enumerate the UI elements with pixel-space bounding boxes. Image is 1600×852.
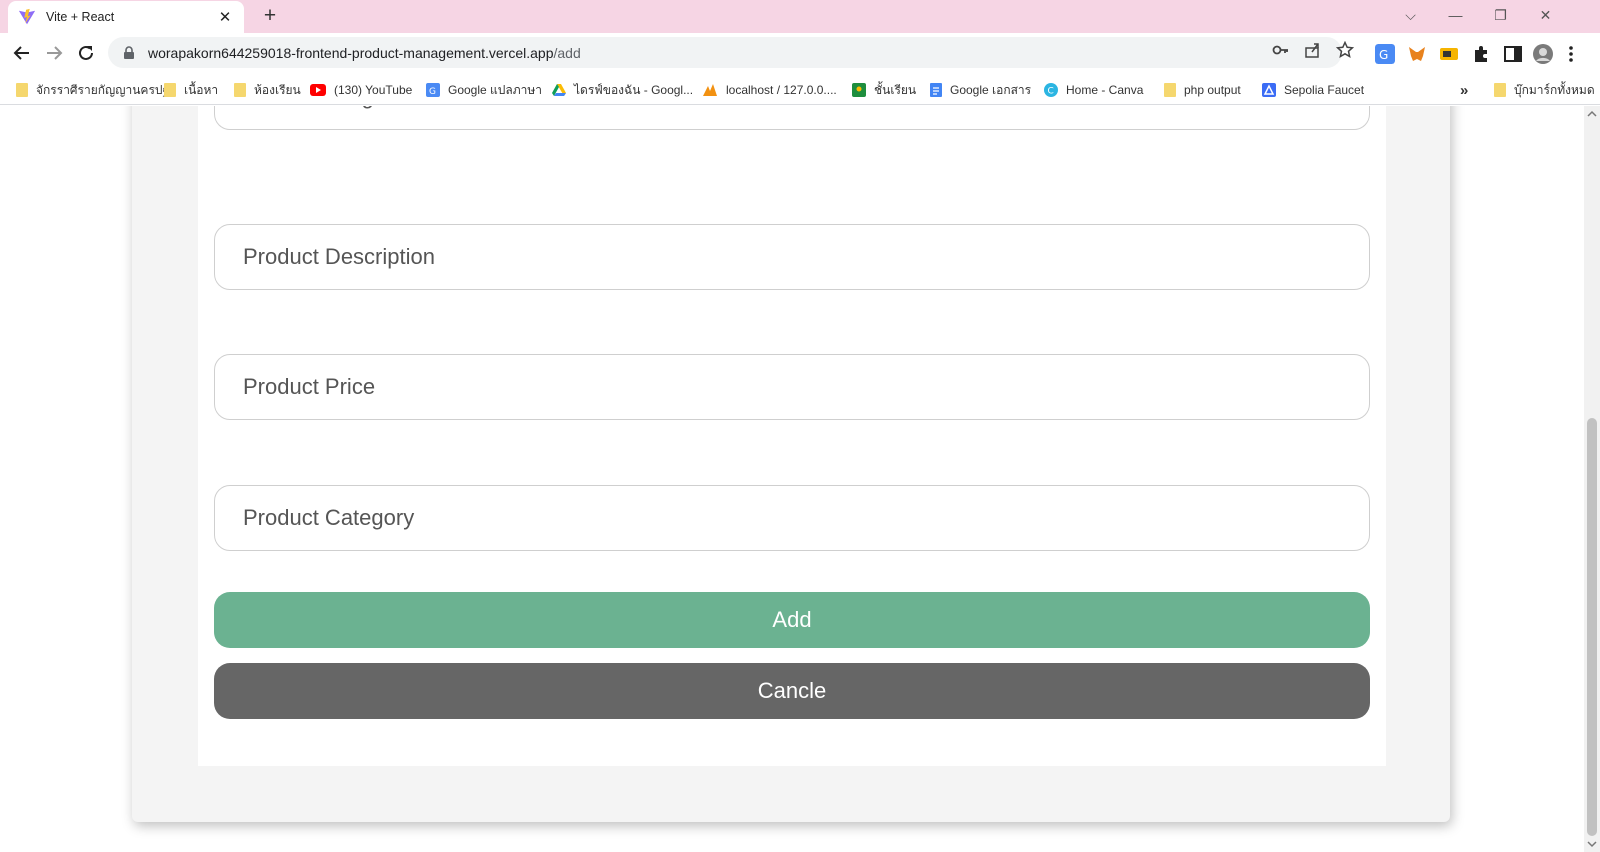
forward-button[interactable] (40, 39, 68, 67)
reload-icon (79, 45, 93, 60)
tab-close-icon[interactable]: ✕ (216, 8, 234, 26)
drive-icon (552, 84, 566, 96)
bookmark-item[interactable]: Google เอกสาร (930, 80, 1031, 100)
bookmark-label: จักรราศีรายกัญญานครปฐม (36, 82, 178, 97)
profile-avatar-icon[interactable] (1533, 44, 1553, 64)
new-tab-button[interactable]: + (258, 4, 282, 28)
product-image-path-input[interactable] (214, 106, 1370, 130)
classroom-icon (852, 83, 866, 97)
tab-strip: Vite + React ✕ + ⌵ — ❐ ✕ (0, 0, 1600, 33)
bookmark-item[interactable]: php output (1164, 80, 1241, 100)
bookmark-star-icon[interactable] (1336, 41, 1354, 59)
page-scrollbar[interactable] (1584, 106, 1600, 852)
bookmark-item[interactable]: C Home - Canva (1044, 80, 1143, 100)
folder-icon (164, 83, 176, 97)
bookmark-label: Google เอกสาร (950, 82, 1032, 97)
bookmark-label: (130) YouTube (334, 83, 413, 97)
bookmark-item[interactable]: localhost / 127.0.0.... (702, 80, 837, 100)
bookmark-label: ไดรฟ์ของฉัน - Googl... (574, 82, 694, 97)
product-description-input[interactable] (214, 224, 1370, 290)
canva-icon: C (1044, 83, 1058, 97)
svg-text:G: G (1379, 48, 1388, 62)
back-arrow-icon (13, 46, 29, 60)
bookmark-item[interactable]: ชั้นเรียน (852, 80, 916, 100)
window-close-button[interactable]: ✕ (1523, 0, 1568, 30)
docs-icon (930, 83, 942, 97)
vite-icon (18, 8, 36, 25)
svg-text:G: G (429, 87, 436, 97)
bookmarks-overflow-button[interactable]: » (1460, 80, 1468, 100)
minimize-button[interactable]: — (1433, 0, 1478, 30)
bookmark-item[interactable]: ห้องเรียน (234, 80, 301, 100)
bookmark-label: ห้องเรียน (254, 82, 301, 97)
translate-icon: G (426, 83, 440, 97)
youtube-icon (310, 84, 326, 96)
bookmark-item[interactable]: Sepolia Faucet (1262, 80, 1364, 100)
svg-text:C: C (1048, 87, 1054, 97)
tab-title: Vite + React (46, 10, 115, 24)
reload-button[interactable] (72, 39, 100, 67)
menu-kebab-icon[interactable] (1561, 44, 1581, 64)
cancel-button[interactable]: Cancle (214, 663, 1370, 719)
address-url: worapakorn644259018-frontend-product-man… (148, 45, 581, 61)
product-category-input[interactable] (214, 485, 1370, 551)
bookmark-item[interactable]: ไดรฟ์ของฉัน - Googl... (552, 80, 693, 100)
add-button[interactable]: Add (214, 592, 1370, 648)
bookmark-item[interactable]: เนื้อหา (164, 80, 218, 100)
url-host: worapakorn644259018-frontend-product-man… (148, 44, 554, 61)
bookmark-item[interactable]: จักรราศีรายกัญญานครปฐม (16, 80, 177, 100)
folder-icon (234, 83, 246, 97)
all-bookmarks-button[interactable]: บุ๊กมาร์กทั้งหมด (1494, 80, 1595, 100)
sepolia-icon (1262, 83, 1276, 97)
url-path: /add (553, 44, 581, 61)
browser-toolbar: worapakorn644259018-frontend-product-man… (0, 33, 1600, 73)
bookmark-label: Sepolia Faucet (1284, 83, 1365, 97)
bookmark-label: Home - Canva (1066, 83, 1144, 97)
phpmyadmin-icon (703, 84, 717, 96)
product-price-input[interactable] (214, 354, 1370, 420)
restore-button[interactable]: ❐ (1478, 0, 1523, 30)
scroll-up-icon[interactable] (1587, 109, 1597, 119)
bookmark-label: บุ๊กมาร์กทั้งหมด (1514, 82, 1595, 97)
folder-icon (1494, 83, 1506, 97)
side-panel-icon[interactable] (1503, 44, 1523, 64)
bookmarks-bar: จักรราศีรายกัญญานครปฐม เนื้อหา ห้องเรียน… (0, 75, 1600, 105)
translate-extension-icon[interactable]: G (1375, 44, 1395, 64)
puzzle-extensions-icon[interactable] (1471, 44, 1491, 64)
folder-icon (16, 83, 28, 97)
bookmark-label: php output (1184, 83, 1241, 97)
share-icon[interactable] (1304, 41, 1322, 59)
key-icon[interactable] (1272, 41, 1290, 59)
folder-icon (1164, 83, 1176, 97)
scroll-down-icon[interactable] (1587, 839, 1597, 849)
page-viewport: Add Cancle (0, 106, 1584, 852)
bookmark-item[interactable]: G Google แปลภาษา (426, 80, 542, 100)
bookmark-label: localhost / 127.0.0.... (726, 83, 837, 97)
bookmark-label: Google แปลภาษา (448, 82, 543, 97)
bookmark-label: ชั้นเรียน (874, 82, 917, 97)
back-button[interactable] (8, 39, 36, 67)
scrollbar-thumb[interactable] (1587, 418, 1597, 836)
extension-badge-icon[interactable] (1439, 44, 1459, 64)
forward-arrow-icon (47, 46, 63, 60)
bookmark-item[interactable]: (130) YouTube (310, 80, 412, 100)
bookmark-label: เนื้อหา (184, 82, 219, 97)
metamask-icon[interactable] (1407, 44, 1427, 64)
browser-tab[interactable]: Vite + React ✕ (8, 1, 244, 33)
lock-icon (124, 45, 134, 59)
tab-search-icon[interactable]: ⌵ (1388, 0, 1433, 30)
address-bar[interactable]: worapakorn644259018-frontend-product-man… (108, 37, 1342, 68)
